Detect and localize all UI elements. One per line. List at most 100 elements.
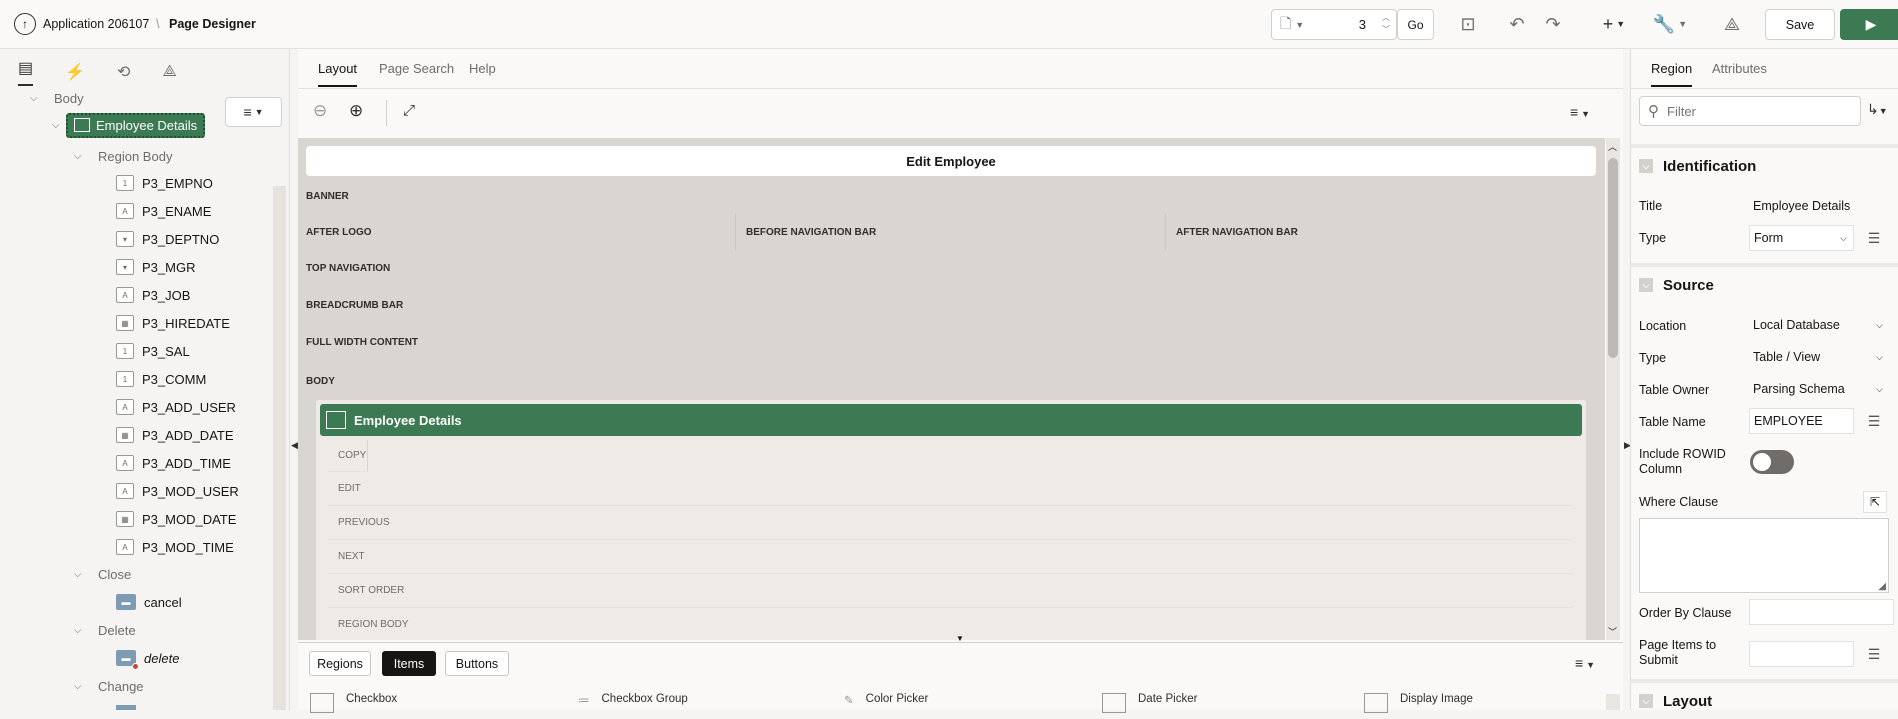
shared-components-tab-icon[interactable]: ⟁ (162, 63, 176, 81)
tree-scrollbar[interactable] (273, 186, 286, 710)
expand-icon[interactable]: ⤢ (403, 102, 415, 119)
tree-item[interactable]: ▾ P3_MGR (116, 256, 195, 278)
tree-item[interactable]: A P3_ADD_USER (116, 396, 236, 418)
run-page-button[interactable]: ▶ (1840, 9, 1898, 40)
section-source[interactable]: ⌵ Source (1631, 263, 1898, 303)
tree-item[interactable]: A P3_MOD_TIME (116, 536, 234, 558)
list-button[interactable]: ☰ (1861, 408, 1887, 434)
tree-item[interactable]: ▦ P3_ADD_DATE (116, 424, 234, 446)
gallery-tab-regions[interactable]: Regions (309, 651, 371, 676)
go-button[interactable]: Go (1397, 9, 1434, 40)
tree-item[interactable]: ▦ P3_HIREDATE (116, 312, 230, 334)
list-button[interactable]: ☰ (1861, 225, 1887, 251)
page-items-field[interactable] (1749, 641, 1854, 667)
tab-page-search[interactable]: Page Search (379, 61, 454, 85)
slot-edit[interactable]: EDIT (328, 472, 1573, 506)
canvas-scrollbar[interactable]: ︿ ﹀ (1606, 138, 1620, 640)
title-field[interactable]: Employee Details (1749, 193, 1894, 219)
zoom-in-icon[interactable]: ⊕ (349, 101, 363, 121)
tree-item[interactable]: A P3_ENAME (116, 200, 211, 222)
type-select[interactable]: Form ⌵ (1749, 225, 1854, 251)
tree-node-cancel-button[interactable]: ▬ cancel (116, 591, 182, 613)
gallery-menu-icon[interactable]: ≡ ▼ (1575, 655, 1595, 671)
utilities-wrench-icon[interactable]: 🔧 ▼ (1652, 12, 1688, 36)
zoom-out-icon[interactable]: ⊖ (313, 101, 327, 121)
dynamic-actions-tab-icon[interactable]: ⚡ (65, 62, 85, 82)
section-layout[interactable]: ⌵ Layout (1631, 679, 1898, 719)
position-banner[interactable]: BANNER (298, 180, 1605, 214)
slot-copy[interactable]: COPY (328, 440, 368, 472)
stepper-icon[interactable]: ︿ ﹀ (1382, 12, 1390, 36)
undo-icon[interactable]: ↶ (1505, 12, 1529, 36)
gallery-item-color-picker[interactable]: ✎ Color Picker (844, 693, 1102, 713)
gallery-tab-buttons[interactable]: Buttons (445, 651, 509, 676)
tab-layout[interactable]: Layout (318, 61, 358, 87)
gallery-item-date-picker[interactable]: Date Picker (1102, 693, 1364, 713)
rendering-tab-icon[interactable]: ▤ (18, 58, 34, 86)
tree-node-delete-button[interactable]: ▬ delete (116, 647, 179, 670)
gallery-item-checkbox-group[interactable]: ≔ Checkbox Group (572, 693, 844, 713)
position-top-navigation[interactable]: TOP NAVIGATION (298, 250, 1605, 288)
tree-node-region-body[interactable]: ⌵ Region Body (74, 145, 172, 167)
tree-item[interactable]: ▦ P3_MOD_DATE (116, 508, 236, 530)
table-name-field[interactable]: EMPLOYEE (1749, 408, 1854, 434)
collapse-left-icon[interactable]: ◀ (291, 440, 298, 451)
gallery-tab-items[interactable]: Items (382, 651, 436, 676)
tree-item[interactable]: 1 P3_EMPNO (116, 172, 213, 194)
gallery-item-display-image[interactable]: Display Image (1364, 693, 1564, 713)
tree-node-change[interactable]: ⌵ Change (74, 675, 144, 697)
filter-input[interactable] (1667, 103, 1827, 119)
redo-icon[interactable]: ↷ (1541, 12, 1565, 36)
go-to-group-icon[interactable]: ↳▼ (1867, 101, 1888, 118)
region-header[interactable]: Employee Details (320, 404, 1582, 436)
tree-node-body[interactable]: ⌵ Body (30, 87, 84, 109)
tab-help[interactable]: Help (469, 61, 496, 85)
tab-region[interactable]: Region (1651, 61, 1693, 87)
resize-grip-icon[interactable]: ◢ (1878, 581, 1886, 592)
position-after-nav[interactable]: AFTER NAVIGATION BAR (1166, 214, 1596, 250)
slot-sort-order[interactable]: SORT ORDER (328, 574, 1573, 608)
order-by-field[interactable] (1749, 599, 1894, 625)
position-before-nav[interactable]: BEFORE NAVIGATION BAR (736, 214, 1166, 250)
page-header[interactable]: Edit Employee (306, 146, 1596, 176)
tree-node-employee-details[interactable]: ⌵ Employee Details (52, 112, 206, 138)
code-editor-icon[interactable]: ⇱ (1863, 491, 1887, 513)
position-full-width[interactable]: FULL WIDTH CONTENT (298, 324, 1605, 362)
tree-item[interactable]: A P3_MOD_USER (116, 480, 239, 502)
filter-field[interactable]: ⚲ (1639, 96, 1861, 126)
up-arrow-icon[interactable]: ↑ (14, 13, 36, 35)
layout-menu-icon[interactable]: ≡ ▼ (1570, 104, 1590, 120)
lock-page-icon[interactable]: ⊡ (1456, 12, 1480, 36)
gallery-item-checkbox[interactable]: Checkbox (310, 693, 572, 713)
page-selector[interactable]: 🗋 ▼ 3 ︿ ﹀ (1271, 9, 1397, 40)
slot-next[interactable]: NEXT (328, 540, 1573, 574)
tree-item[interactable]: A P3_JOB (116, 284, 190, 306)
save-button[interactable]: Save (1765, 9, 1835, 40)
position-breadcrumb[interactable]: BREADCRUMB BAR (298, 288, 1605, 324)
slot-region-body[interactable]: REGION BODY (328, 608, 1573, 640)
source-type-select[interactable]: Table / View ⌵ (1749, 344, 1889, 370)
table-owner-select[interactable]: Parsing Schema ⌵ (1749, 376, 1889, 402)
position-after-logo[interactable]: AFTER LOGO (306, 214, 736, 250)
where-clause-textarea[interactable]: ◢ (1639, 518, 1889, 593)
tree-item[interactable]: 1 P3_SAL (116, 340, 190, 362)
tab-attributes[interactable]: Attributes (1712, 61, 1767, 76)
tree-item[interactable]: ▾ P3_DEPTNO (116, 228, 219, 250)
section-identification[interactable]: ⌵ Identification (1631, 144, 1898, 184)
tree-item[interactable]: A P3_ADD_TIME (116, 452, 231, 474)
position-body[interactable]: BODY (298, 362, 1605, 400)
rowid-toggle[interactable] (1750, 450, 1794, 474)
page-number-input[interactable]: 3 (1359, 17, 1366, 32)
location-select[interactable]: Local Database ⌵ (1749, 312, 1889, 338)
tree-node-delete-group[interactable]: ⌵ Delete (74, 619, 136, 641)
gallery-scrollbar[interactable] (1606, 694, 1620, 710)
tree-menu-button[interactable]: ≡ ▼ (225, 97, 282, 127)
list-button[interactable]: ☰ (1861, 641, 1887, 667)
region-employee-details[interactable]: Employee Details COPY EDIT PREVIOUS NEXT… (316, 400, 1586, 640)
processing-tab-icon[interactable]: ⟲ (117, 62, 130, 82)
tree-node-close[interactable]: ⌵ Close (74, 563, 131, 585)
application-link[interactable]: Application 206107 (43, 17, 149, 31)
create-menu-icon[interactable]: + ▼ (1598, 12, 1630, 36)
shared-components-icon[interactable]: ⟁ (1720, 12, 1744, 36)
slot-previous[interactable]: PREVIOUS (328, 506, 1573, 540)
